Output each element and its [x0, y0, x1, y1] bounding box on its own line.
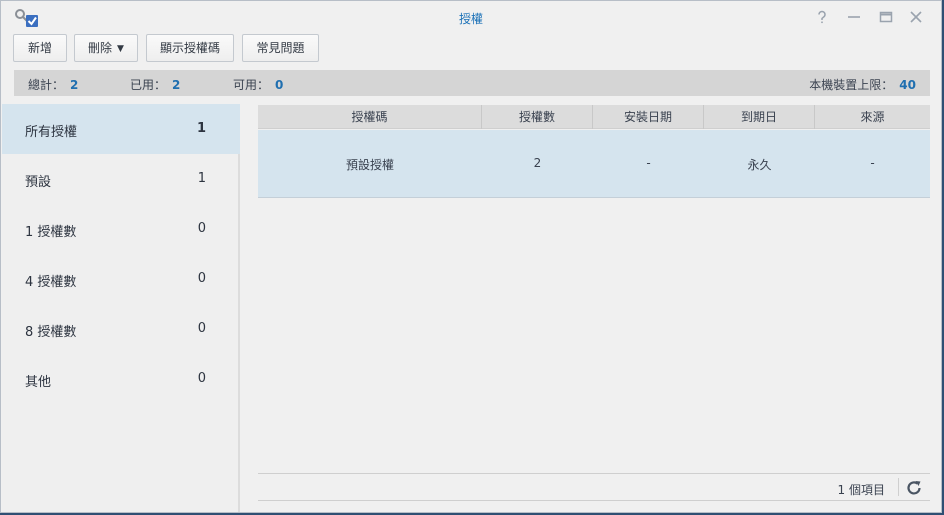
sidebar-item-label: 所有授權: [25, 125, 78, 140]
sidebar-item-label: 4 授權數: [25, 275, 77, 290]
summary-total: 總計： 2: [28, 76, 78, 93]
add-button[interactable]: 新增: [13, 34, 67, 62]
add-button-label: 新增: [27, 41, 52, 55]
caret-down-icon: ▼: [117, 44, 124, 54]
column-header-source[interactable]: 來源: [815, 105, 930, 129]
table-header: 授權碼 授權數 安裝日期 到期日 來源: [258, 105, 930, 129]
sidebar-item-8-licenses[interactable]: 8 授權數 0: [2, 304, 240, 354]
delete-button[interactable]: 刪除 ▼: [74, 34, 138, 62]
summary-available: 可用： 0: [233, 76, 283, 93]
window-title: 授權: [458, 12, 483, 26]
delete-button-label: 刪除: [88, 41, 113, 55]
sidebar-item-default[interactable]: 預設 1: [2, 154, 240, 204]
maximize-icon[interactable]: [877, 8, 895, 26]
summary-limit-label: 本機裝置上限：: [809, 78, 894, 92]
minimize-icon[interactable]: [845, 8, 863, 26]
cell-source: -: [870, 156, 875, 170]
sidebar-item-count: 0: [197, 321, 206, 336]
license-category-sidebar: 所有授權 1 預設 1 1 授權數 0 4 授權數 0 8 授權數 0 其他 0: [2, 104, 240, 512]
cell-expiry-date: 永久: [747, 158, 772, 172]
column-header-license-code[interactable]: 授權碼: [258, 105, 482, 129]
summary-used: 已用： 2: [130, 76, 180, 93]
sidebar-item-count: 1: [197, 171, 206, 186]
summary-total-label: 總計：: [28, 78, 65, 92]
sidebar-item-4-licenses[interactable]: 4 授權數 0: [2, 254, 240, 304]
sidebar-item-1-license[interactable]: 1 授權數 0: [2, 204, 240, 254]
faq-button[interactable]: 常見問題: [242, 34, 319, 62]
column-header-install-date[interactable]: 安裝日期: [593, 105, 704, 129]
sidebar-item-count: 0: [197, 221, 206, 236]
footer-divider: [258, 473, 930, 474]
table-row[interactable]: 預設授權 2 - 永久 -: [258, 130, 930, 198]
sidebar-item-count: 1: [196, 121, 206, 136]
sidebar-item-count: 0: [197, 371, 206, 386]
sidebar-item-label: 其他: [25, 375, 52, 390]
sidebar-item-label: 預設: [25, 175, 52, 190]
column-header-expiry-date[interactable]: 到期日: [704, 105, 815, 129]
show-license-code-button[interactable]: 顯示授權碼: [146, 34, 234, 62]
summary-limit-value: 40: [899, 78, 916, 92]
footer-separator: [898, 478, 899, 496]
close-icon[interactable]: [907, 8, 925, 26]
summary-device-limit: 本機裝置上限： 40: [809, 76, 916, 93]
sidebar-item-count: 0: [197, 271, 206, 286]
help-icon[interactable]: [813, 8, 831, 26]
license-window: 授權 新增 刪除 ▼ 顯示授權碼 常見問題 總計： 2 已用： 2 可用： 0 本機裝置…: [0, 0, 942, 513]
title-bar: 授權: [1, 1, 941, 33]
sidebar-item-label: 8 授權數: [25, 325, 77, 340]
sidebar-item-other[interactable]: 其他 0: [2, 354, 240, 404]
cell-license-code: 預設授權: [345, 158, 394, 172]
license-summary-bar: 總計： 2 已用： 2 可用： 0 本機裝置上限： 40: [14, 70, 930, 96]
summary-used-value: 2: [172, 78, 181, 92]
summary-available-label: 可用：: [233, 78, 270, 92]
summary-used-label: 已用：: [130, 78, 167, 92]
show-license-code-label: 顯示授權碼: [159, 41, 220, 55]
summary-total-value: 2: [70, 78, 79, 92]
faq-button-label: 常見問題: [256, 41, 305, 55]
column-header-license-count[interactable]: 授權數: [482, 105, 593, 129]
cell-install-date: -: [646, 156, 651, 170]
summary-available-value: 0: [275, 78, 284, 92]
cell-license-count: 2: [533, 156, 542, 170]
sidebar-item-label: 1 授權數: [25, 225, 77, 240]
footer-bottom-divider: [258, 500, 930, 501]
item-count: 1 個項目: [837, 483, 885, 497]
sidebar-item-all-licenses[interactable]: 所有授權 1: [2, 104, 240, 154]
refresh-icon[interactable]: [905, 479, 923, 497]
